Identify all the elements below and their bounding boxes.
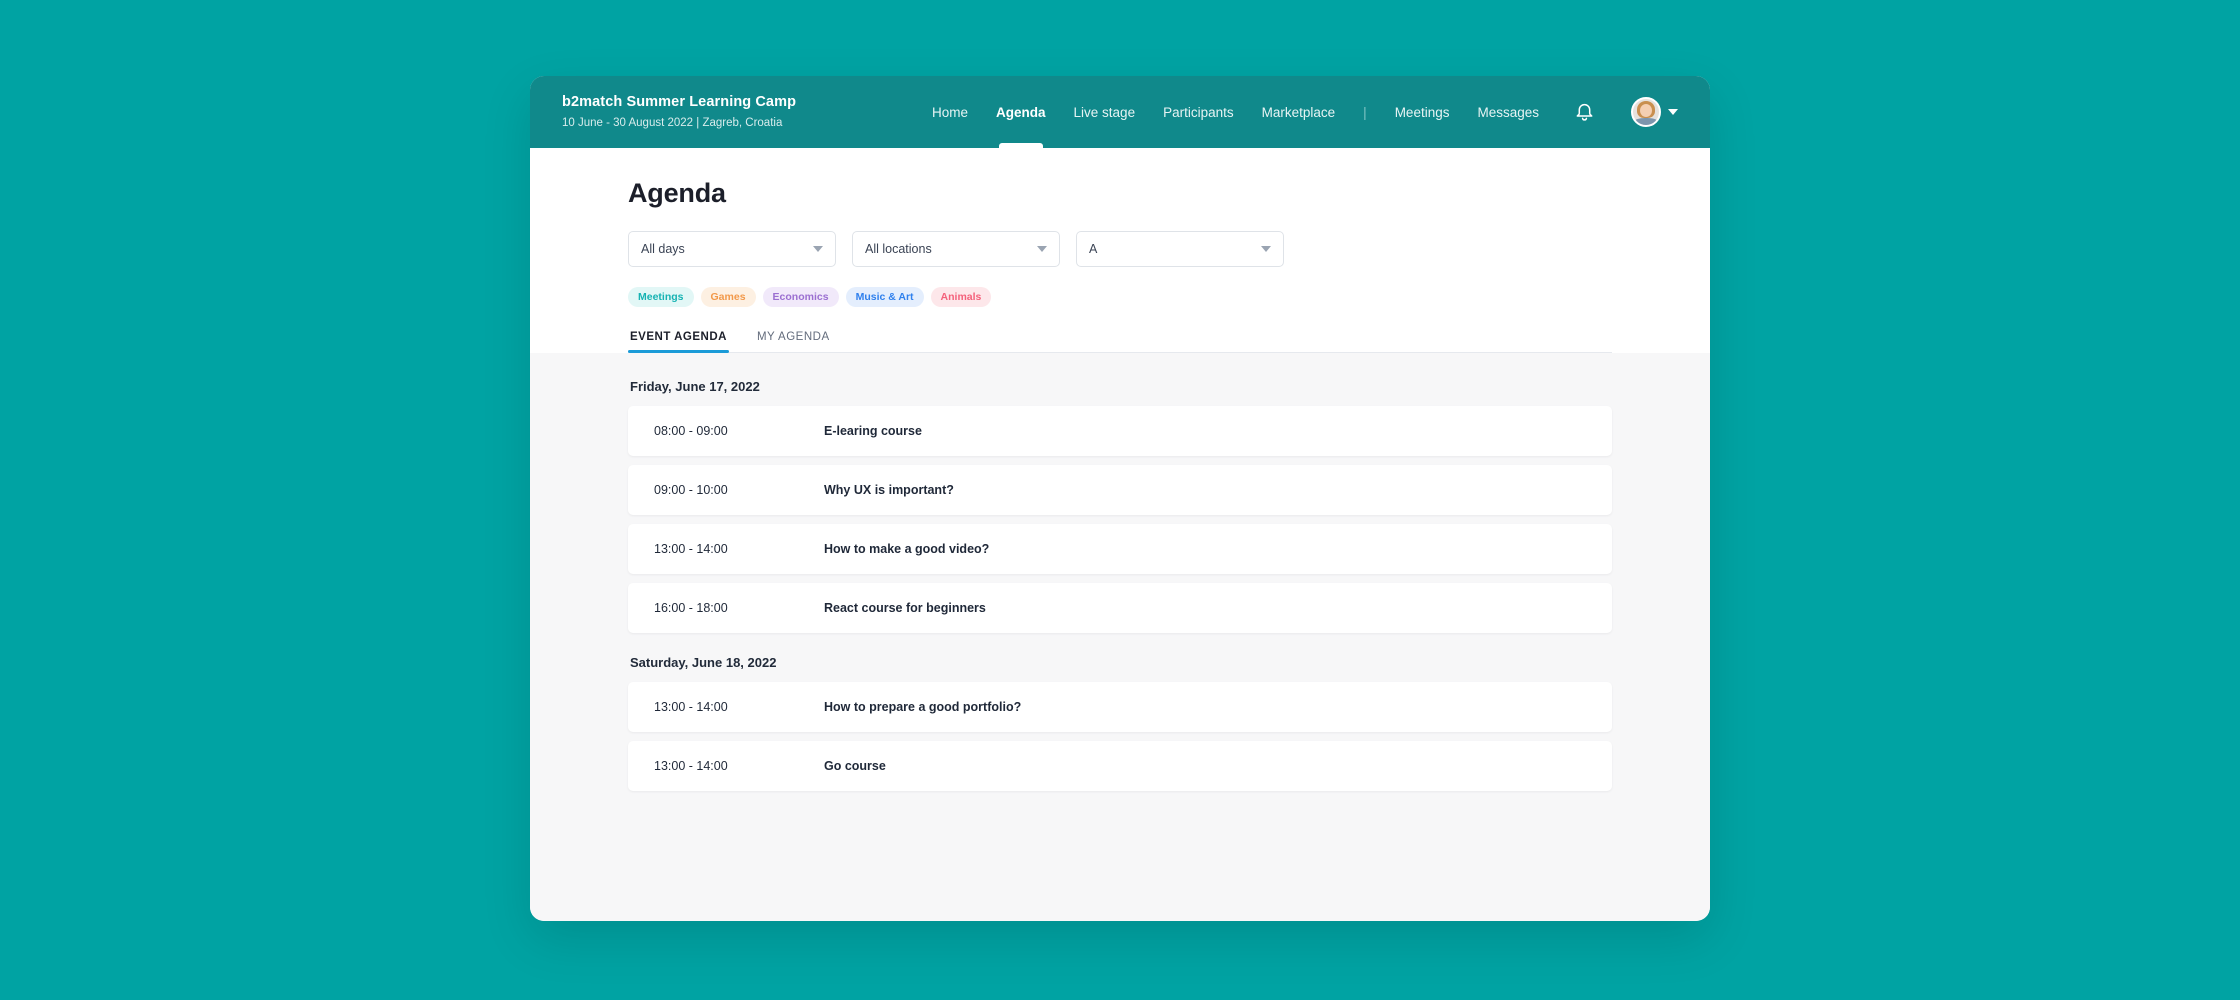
page-header-section: Agenda All days All locations A Meetings…: [530, 148, 1710, 353]
main-nav: Home Agenda Live stage Participants Mark…: [932, 76, 1678, 148]
nav-item-marketplace[interactable]: Marketplace: [1262, 76, 1336, 148]
event-time: 13:00 - 14:00: [654, 759, 728, 773]
agenda-list: Friday, June 17, 2022 08:00 - 09:00 E-le…: [530, 353, 1710, 921]
event-title: How to make a good video?: [824, 542, 990, 556]
chevron-down-icon: [1261, 246, 1271, 252]
tag-animals[interactable]: Animals: [930, 287, 992, 307]
tab-event-agenda[interactable]: EVENT AGENDA: [628, 325, 729, 353]
bell-icon[interactable]: [1571, 99, 1597, 125]
days-filter[interactable]: All days: [628, 231, 836, 267]
nav-item-meetings[interactable]: Meetings: [1395, 76, 1450, 148]
tag-games[interactable]: Games: [700, 287, 756, 307]
tab-my-agenda[interactable]: MY AGENDA: [755, 325, 832, 352]
nav-item-messages[interactable]: Messages: [1477, 76, 1539, 148]
event-title: E-learing course: [824, 424, 922, 438]
day-heading: Friday, June 17, 2022: [630, 379, 760, 394]
table-row[interactable]: 13:00 - 14:00 How to make a good video?: [628, 524, 1612, 574]
tag-meetings[interactable]: Meetings: [628, 287, 694, 307]
event-subtitle: 10 June - 30 August 2022 | Zagreb, Croat…: [562, 116, 783, 129]
chevron-down-icon: [1668, 109, 1678, 115]
types-filter[interactable]: A: [1076, 231, 1284, 267]
page-title: Agenda: [628, 178, 726, 208]
table-row[interactable]: 09:00 - 10:00 Why UX is important?: [628, 465, 1612, 515]
nav-separator: |: [1363, 104, 1367, 120]
days-filter-value: All days: [641, 242, 685, 256]
filters-row: All days All locations A: [628, 231, 1612, 267]
app-window: b2match Summer Learning Camp 10 June - 3…: [530, 76, 1710, 921]
event-title: How to prepare a good portfolio?: [824, 700, 1022, 714]
event-title: Go course: [824, 759, 886, 773]
category-tags: Meetings Games Economics Music & Art Ani…: [628, 287, 1612, 307]
event-title: React course for beginners: [824, 601, 986, 615]
nav-item-agenda[interactable]: Agenda: [996, 76, 1046, 148]
agenda-tabs: EVENT AGENDA MY AGENDA: [628, 325, 1612, 353]
top-navigation-bar: b2match Summer Learning Camp 10 June - 3…: [530, 76, 1710, 148]
chevron-down-icon: [813, 246, 823, 252]
nav-item-home[interactable]: Home: [932, 76, 968, 148]
event-time: 13:00 - 14:00: [654, 700, 728, 714]
types-filter-value: A: [1089, 242, 1098, 256]
tag-music-art[interactable]: Music & Art: [845, 287, 924, 307]
day-heading: Saturday, June 18, 2022: [630, 655, 777, 670]
locations-filter-value: All locations: [865, 242, 932, 256]
nav-item-participants[interactable]: Participants: [1163, 76, 1234, 148]
table-row[interactable]: 16:00 - 18:00 React course for beginners: [628, 583, 1612, 633]
event-time: 16:00 - 18:00: [654, 601, 728, 615]
table-row[interactable]: 13:00 - 14:00 Go course: [628, 741, 1612, 791]
event-title: Why UX is important?: [824, 483, 954, 497]
event-time: 09:00 - 10:00: [654, 483, 728, 497]
table-row[interactable]: 13:00 - 14:00 How to prepare a good port…: [628, 682, 1612, 732]
tag-economics[interactable]: Economics: [762, 287, 839, 307]
chevron-down-icon: [1037, 246, 1047, 252]
user-menu[interactable]: [1631, 97, 1678, 127]
locations-filter[interactable]: All locations: [852, 231, 1060, 267]
event-brand: b2match Summer Learning Camp 10 June - 3…: [562, 93, 796, 131]
event-time: 13:00 - 14:00: [654, 542, 728, 556]
event-title: b2match Summer Learning Camp: [562, 93, 797, 110]
user-avatar: [1631, 97, 1661, 127]
event-time: 08:00 - 09:00: [654, 424, 728, 438]
nav-item-live-stage[interactable]: Live stage: [1074, 76, 1136, 148]
table-row[interactable]: 08:00 - 09:00 E-learing course: [628, 406, 1612, 456]
